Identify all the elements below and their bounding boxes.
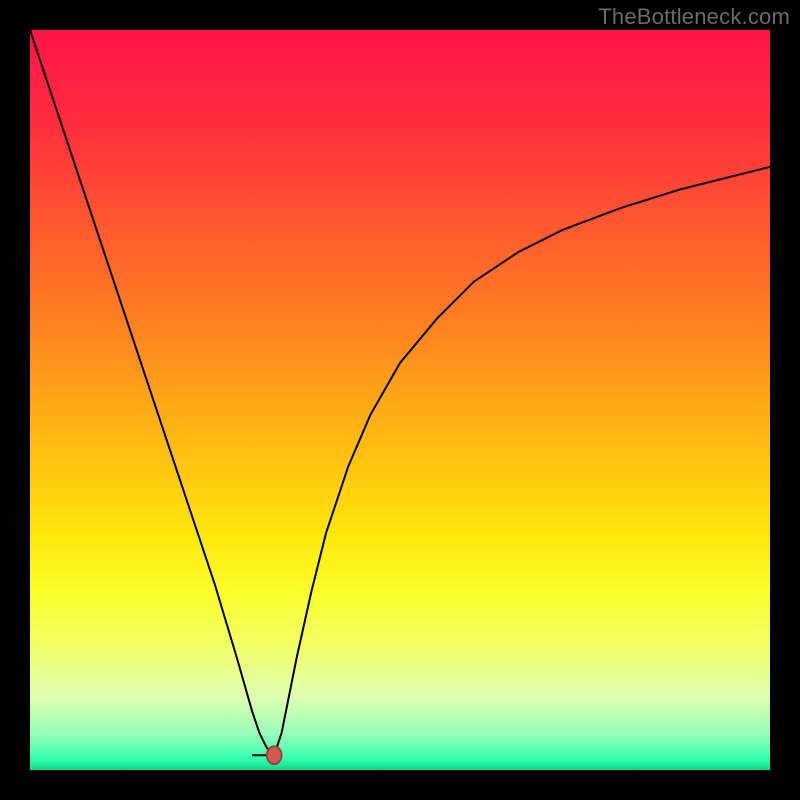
chart-frame: TheBottleneck.com (0, 0, 800, 800)
minimum-marker-icon (267, 746, 282, 764)
plot-area (30, 30, 770, 770)
curve-left-branch (30, 30, 274, 755)
bottleneck-curve (30, 30, 770, 770)
watermark-label: TheBottleneck.com (598, 4, 790, 30)
curve-right-branch (274, 167, 770, 755)
